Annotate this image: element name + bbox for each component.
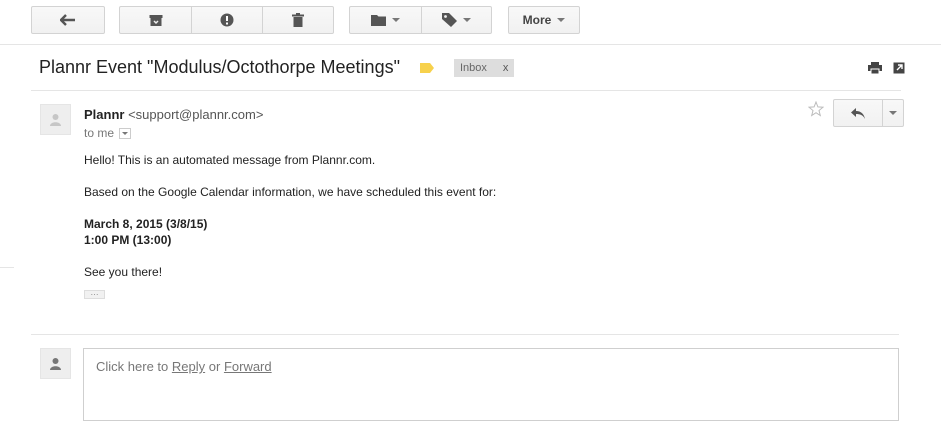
body-line-closing: See you there! — [84, 265, 163, 279]
event-time: 1:00 PM (13:00) — [84, 233, 172, 247]
archive-button[interactable] — [120, 7, 191, 33]
sender-avatar — [40, 104, 71, 135]
inbox-label-text: Inbox — [459, 61, 487, 74]
back-arrow-icon — [60, 14, 75, 26]
reply-more-button[interactable] — [882, 100, 903, 126]
tag-icon — [442, 13, 457, 27]
reply-icon — [851, 107, 865, 119]
important-marker-icon[interactable] — [419, 62, 434, 73]
header-divider — [31, 90, 901, 91]
subject-title: Plannr Event "Modulus/Octothorpe Meeting… — [39, 57, 400, 77]
event-date: March 8, 2015 (3/8/15) — [84, 217, 208, 231]
action-button-group — [119, 6, 334, 34]
reply-compose-box[interactable]: Click here to Reply or Forward — [83, 348, 899, 421]
print-icon[interactable] — [868, 62, 882, 74]
new-window-icon[interactable] — [893, 62, 905, 74]
chevron-down-icon — [392, 18, 400, 22]
reply-prompt-text: Click here to — [96, 359, 169, 374]
sender-email: <support@plannr.com> — [128, 107, 264, 122]
delete-icon — [292, 13, 304, 27]
chevron-down-icon — [889, 111, 897, 115]
forward-link[interactable]: Forward — [224, 359, 272, 374]
chevron-down-icon — [463, 18, 471, 22]
recipient-line: to me — [84, 126, 132, 140]
sender-line: Plannr <support@plannr.com> — [84, 107, 263, 122]
inbox-label-chip[interactable]: Inbox x — [453, 58, 515, 77]
reply-link[interactable]: Reply — [172, 359, 205, 374]
star-icon[interactable] — [808, 101, 824, 117]
reply-or-text: or — [208, 359, 221, 374]
delete-button[interactable] — [262, 7, 333, 33]
recipient-text: to me — [84, 126, 115, 140]
more-label: More — [522, 13, 552, 27]
back-button[interactable] — [32, 7, 104, 33]
person-icon — [50, 113, 61, 126]
show-trimmed-content-button[interactable]: ··· — [84, 290, 105, 299]
toolbar-divider — [0, 44, 941, 45]
sender-name[interactable]: Plannr — [84, 107, 124, 122]
reply-section-divider — [31, 334, 899, 335]
organize-button-group — [349, 6, 492, 34]
move-to-button[interactable] — [350, 7, 421, 33]
left-edge-divider — [0, 267, 14, 268]
report-spam-button[interactable] — [191, 7, 262, 33]
body-line-greeting: Hello! This is an automated message from… — [84, 153, 376, 167]
current-user-avatar — [40, 348, 71, 379]
subject-row: Plannr Event "Modulus/Octothorpe Meeting… — [39, 57, 515, 78]
labels-button[interactable] — [421, 7, 491, 33]
archive-icon — [149, 14, 162, 26]
more-button-group: More — [508, 6, 580, 34]
person-icon — [50, 357, 61, 370]
folder-icon — [371, 15, 386, 26]
back-button-group — [31, 6, 105, 34]
chevron-down-icon — [122, 131, 129, 135]
reply-button-group — [833, 99, 904, 127]
report-spam-icon — [220, 13, 234, 27]
chevron-down-icon — [557, 18, 566, 22]
reply-button[interactable] — [834, 100, 882, 126]
more-button[interactable]: More — [509, 7, 579, 33]
remove-label-button[interactable]: x — [503, 62, 509, 74]
show-details-button[interactable] — [119, 127, 132, 139]
body-line-schedule: Based on the Google Calendar information… — [84, 185, 497, 199]
